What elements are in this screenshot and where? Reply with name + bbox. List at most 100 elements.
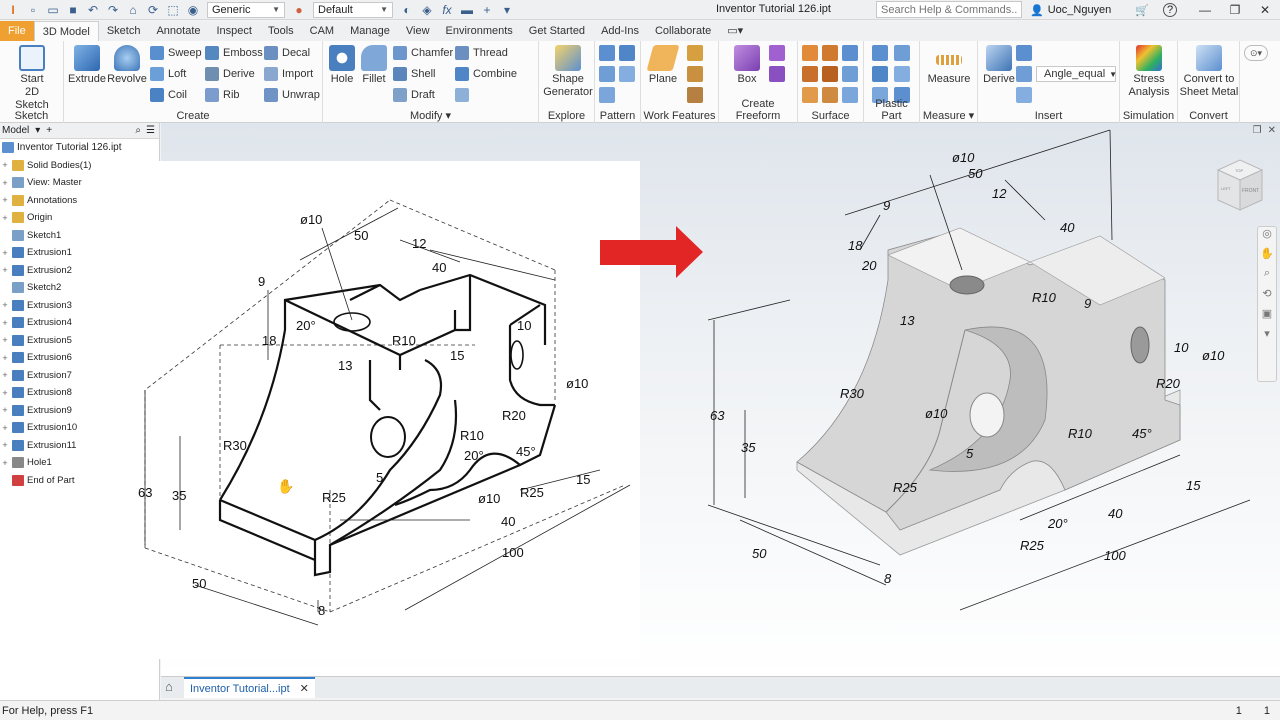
new-file-icon[interactable]: ▫ — [24, 2, 42, 18]
expand-icon[interactable]: + — [0, 335, 10, 345]
rib-button[interactable]: Rib — [205, 87, 240, 103]
revolve-button[interactable]: Revolve — [107, 45, 147, 86]
expand-icon[interactable]: + — [0, 458, 10, 468]
direct-edit-button[interactable] — [455, 87, 469, 103]
image-icon[interactable] — [1016, 87, 1032, 103]
convert-sheet-metal-button[interactable]: Convert to Sheet Metal — [1178, 45, 1240, 99]
extend-icon[interactable] — [842, 66, 858, 82]
expand-icon[interactable]: + — [0, 248, 10, 258]
start-2d-sketch-button[interactable]: Start 2D Sketch — [8, 45, 56, 112]
sketch-pattern-icon[interactable] — [599, 87, 615, 103]
home-tab-icon[interactable]: ⌂ — [165, 679, 181, 695]
inventor-logo-icon[interactable]: I — [4, 2, 22, 18]
search-input[interactable] — [876, 1, 1022, 18]
insert-derive-button[interactable]: Derive — [982, 45, 1016, 86]
restore-button[interactable]: ❐ — [1220, 0, 1250, 20]
tab-extra-icon[interactable]: ▭▾ — [719, 21, 751, 41]
expand-icon[interactable]: + — [0, 440, 10, 450]
pan-icon[interactable]: ✋ — [1258, 247, 1276, 267]
customize-icon[interactable]: ▾ — [498, 2, 516, 18]
home-icon[interactable]: ⌂ — [124, 2, 142, 18]
adjust-icon[interactable]: ◈ — [418, 2, 436, 18]
rest-icon[interactable] — [872, 66, 888, 82]
sculpt-icon[interactable] — [822, 45, 838, 61]
hole-button[interactable]: Hole — [327, 45, 357, 86]
close-button[interactable]: ✕ — [1250, 0, 1280, 20]
snap-fit-icon[interactable] — [894, 66, 910, 82]
ipart-select[interactable]: Angle_equal ▼ — [1036, 66, 1117, 82]
redo-icon[interactable]: ↷ — [104, 2, 122, 18]
material-dropdown[interactable]: Generic ▼ — [207, 1, 285, 18]
expand-icon[interactable]: + — [0, 300, 10, 310]
tab-sketch[interactable]: Sketch — [99, 21, 149, 41]
expand-icon[interactable]: + — [0, 353, 10, 363]
extrude-button[interactable]: Extrude — [68, 45, 106, 86]
panel-modify-label[interactable]: Modify ▾ — [323, 109, 538, 122]
minimize-button[interactable]: — — [1190, 0, 1220, 20]
update-icon[interactable]: ⟳ — [144, 2, 162, 18]
tab-file[interactable]: File — [0, 21, 34, 41]
viewport-close-icon[interactable]: ✕ — [1268, 125, 1276, 136]
boundary-patch-icon[interactable] — [822, 87, 838, 103]
trim-icon[interactable] — [802, 66, 818, 82]
orbit-icon[interactable]: ⟲ — [1258, 287, 1276, 307]
tab-3d-model[interactable]: 3D Model — [33, 21, 99, 41]
ilogic-icon[interactable]: ▬ — [458, 2, 476, 18]
browser-dropdown-icon[interactable]: ▾ — [35, 125, 40, 136]
parameters-icon[interactable]: fx — [438, 2, 456, 18]
mirror-icon[interactable] — [619, 45, 635, 61]
tab-tools[interactable]: Tools — [260, 21, 302, 41]
appearance-dropdown[interactable]: Default ▼ — [313, 1, 393, 18]
expand-icon[interactable]: + — [0, 195, 10, 205]
chamfer-button[interactable]: Chamfer — [393, 45, 453, 61]
shape-generator-button[interactable]: Shape Generator — [543, 45, 593, 99]
boss-icon[interactable] — [894, 45, 910, 61]
axis-icon[interactable] — [687, 45, 703, 61]
decal-button[interactable]: Decal — [264, 45, 310, 61]
document-tab-close-icon[interactable]: ✕ — [300, 682, 309, 695]
save-icon[interactable]: ■ — [64, 2, 82, 18]
viewport-restore-icon[interactable]: ❐ — [1253, 125, 1262, 136]
rectangular-pattern-icon[interactable] — [599, 45, 615, 61]
navbar-menu-icon[interactable]: ▾ — [1258, 327, 1276, 347]
appearance-icon[interactable]: ● — [290, 2, 308, 18]
browser-menu-icon[interactable]: ☰ — [146, 125, 155, 136]
tab-inspect[interactable]: Inspect — [209, 21, 260, 41]
expand-icon[interactable]: + — [0, 405, 10, 415]
clear-appearance-icon[interactable]: ◐ — [398, 2, 416, 18]
combine-button[interactable]: Combine — [455, 66, 517, 82]
measure-button[interactable]: Measure — [924, 45, 974, 86]
browser-tab-model[interactable]: Model — [2, 125, 29, 136]
ucs-icon[interactable] — [687, 87, 703, 103]
tab-view[interactable]: View — [398, 21, 438, 41]
look-at-icon[interactable]: ▣ — [1258, 307, 1276, 327]
thread-button[interactable]: Thread — [455, 45, 508, 61]
tab-get-started[interactable]: Get Started — [521, 21, 593, 41]
add-icon[interactable]: + — [478, 2, 496, 18]
box-button[interactable]: Box — [729, 45, 765, 86]
emboss-button[interactable]: Emboss — [205, 45, 263, 61]
tab-manage[interactable]: Manage — [342, 21, 398, 41]
tab-add-ins[interactable]: Add-Ins — [593, 21, 647, 41]
stress-analysis-button[interactable]: Stress Analysis — [1124, 45, 1174, 99]
delete-face-icon[interactable] — [822, 66, 838, 82]
browser-root-item[interactable]: Inventor Tutorial 126.ipt — [0, 139, 159, 157]
select-icon[interactable]: ⬚ — [164, 2, 182, 18]
expand-icon[interactable]: + — [0, 388, 10, 398]
fillet-button[interactable]: Fillet — [359, 45, 389, 86]
tab-cam[interactable]: CAM — [302, 21, 342, 41]
cart-icon[interactable]: 🛒 — [1135, 4, 1149, 17]
expand-icon[interactable]: + — [0, 178, 10, 188]
thicken-icon[interactable] — [802, 87, 818, 103]
help-icon[interactable]: ? — [1163, 3, 1177, 17]
tab-collaborate[interactable]: Collaborate — [647, 21, 719, 41]
expand-icon[interactable]: + — [0, 318, 10, 328]
shell-button[interactable]: Shell — [393, 66, 435, 82]
browser-search-icon[interactable]: ⌕ — [135, 125, 141, 136]
freeform-face-icon[interactable] — [769, 66, 785, 82]
sweep-button[interactable]: Sweep — [150, 45, 202, 61]
grill-icon[interactable] — [872, 45, 888, 61]
attach-icon[interactable] — [1016, 66, 1032, 82]
expand-icon[interactable]: + — [0, 160, 10, 170]
tab-environments[interactable]: Environments — [438, 21, 521, 41]
